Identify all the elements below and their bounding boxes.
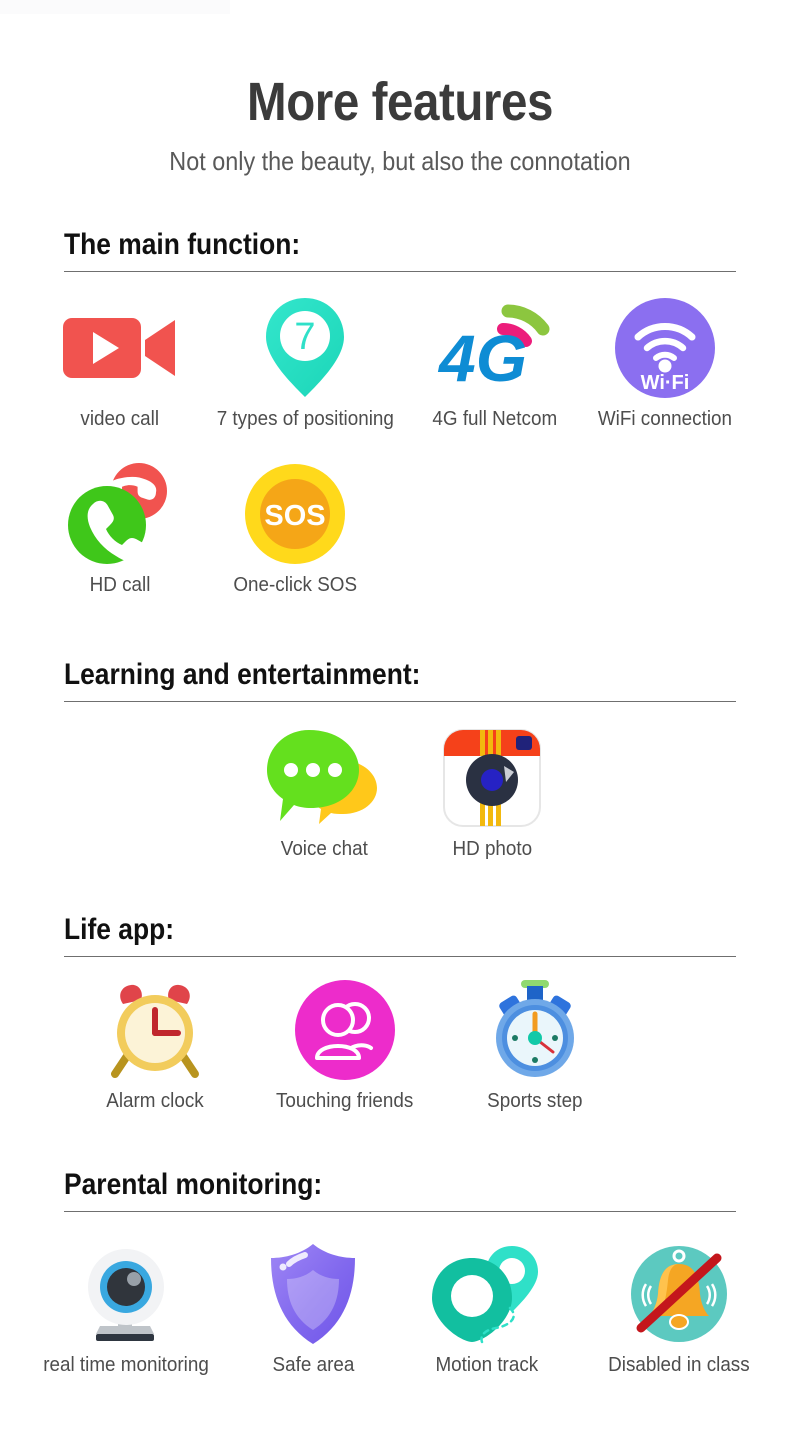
feature-item-hd-call[interactable]: HD call <box>50 462 190 596</box>
video-camera-icon <box>61 296 179 400</box>
shield-icon <box>267 1242 359 1346</box>
feature-label: Voice chat <box>280 837 368 860</box>
feature-item-alarm-clock[interactable]: Alarm clock <box>60 978 250 1112</box>
feature-item-one-click-sos[interactable]: SOS One-click SOS <box>190 462 400 596</box>
feature-row-main-1: video call 7 7 types of positioning 4G 4… <box>50 296 750 430</box>
feature-label: Disabled in class <box>608 1353 750 1376</box>
location-pin-7-icon: 7 <box>262 296 348 400</box>
sos-button-icon: SOS <box>243 462 347 566</box>
feature-label: video call <box>80 407 160 430</box>
feature-label: One-click SOS <box>233 573 357 596</box>
speech-bubbles-icon <box>267 726 381 830</box>
section-header-parental: Parental monitoring: <box>64 1168 736 1212</box>
feature-label: Touching friends <box>276 1089 414 1112</box>
section-divider <box>64 956 736 957</box>
feature-label: Alarm clock <box>106 1089 204 1112</box>
4g-signal-icon: 4G <box>433 296 557 400</box>
alarm-clock-icon <box>103 978 207 1082</box>
section-header-learning: Learning and entertainment: <box>64 658 736 702</box>
section-title-main-function: The main function: <box>64 228 301 261</box>
phone-call-icon <box>66 462 174 566</box>
two-people-icon <box>293 978 397 1082</box>
feature-item-voice-chat[interactable]: Voice chat <box>250 726 398 860</box>
feature-item-4g-netcom[interactable]: 4G 4G full Netcom <box>420 296 570 430</box>
feature-item-video-call[interactable]: video call <box>50 296 190 430</box>
feature-item-hd-photo[interactable]: HD photo <box>398 726 586 860</box>
stopwatch-icon <box>483 978 587 1082</box>
page-title: More features <box>247 72 553 132</box>
section-divider <box>64 271 736 272</box>
4g-text: 4G <box>437 321 527 395</box>
pin-number-text: 7 <box>294 316 315 358</box>
section-divider <box>64 701 736 702</box>
feature-item-disabled-in-class[interactable]: Disabled in class <box>586 1242 772 1376</box>
feature-item-real-time-monitoring[interactable]: real time monitoring <box>28 1242 224 1376</box>
corner-tint <box>0 0 230 14</box>
feature-infographic-page: More features Not only the beauty, but a… <box>0 0 800 1431</box>
feature-label: HD photo <box>452 837 532 860</box>
feature-label: 4G full Netcom <box>432 407 558 430</box>
feature-row-parental: real time monitoring Safe area Motion tr… <box>28 1242 772 1376</box>
feature-label: 7 types of positioning <box>216 407 394 430</box>
page-header: More features Not only the beauty, but a… <box>0 0 800 175</box>
section-header-life-app: Life app: <box>64 913 736 957</box>
feature-label: WiFi connection <box>597 407 733 430</box>
feature-label: Sports step <box>487 1089 583 1112</box>
feature-item-touching-friends[interactable]: Touching friends <box>250 978 440 1112</box>
section-title-learning: Learning and entertainment: <box>64 658 421 691</box>
motion-track-pins-icon <box>428 1242 546 1346</box>
feature-label: Motion track <box>435 1353 539 1376</box>
camera-app-icon <box>442 726 542 830</box>
feature-row-learning: Voice chat HD photo <box>50 726 800 860</box>
section-title-parental: Parental monitoring: <box>64 1168 323 1201</box>
section-divider <box>64 1211 736 1212</box>
webcam-icon <box>74 1242 178 1346</box>
page-subtitle: Not only the beauty, but also the connot… <box>169 145 631 176</box>
feature-item-wifi-connection[interactable]: Wi·Fi WiFi connection <box>580 296 750 430</box>
feature-item-sports-step[interactable]: Sports step <box>440 978 630 1112</box>
sos-text: SOS <box>264 500 325 532</box>
feature-item-motion-track[interactable]: Motion track <box>402 1242 572 1376</box>
feature-label: Safe area <box>272 1353 354 1376</box>
bell-disabled-icon <box>627 1242 731 1346</box>
feature-row-main-2: HD call SOS One-click SOS <box>50 462 750 596</box>
feature-item-positioning[interactable]: 7 7 types of positioning <box>200 296 410 430</box>
feature-item-safe-area[interactable]: Safe area <box>238 1242 388 1376</box>
wifi-circle-icon: Wi·Fi <box>613 296 717 400</box>
section-header-main-function: The main function: <box>64 228 736 272</box>
feature-label: HD call <box>89 573 151 596</box>
section-title-life-app: Life app: <box>64 913 174 946</box>
wifi-text: Wi·Fi <box>641 372 690 394</box>
feature-row-life-app: Alarm clock Touching friends Sports step <box>50 978 760 1112</box>
feature-label: real time monitoring <box>43 1353 209 1376</box>
